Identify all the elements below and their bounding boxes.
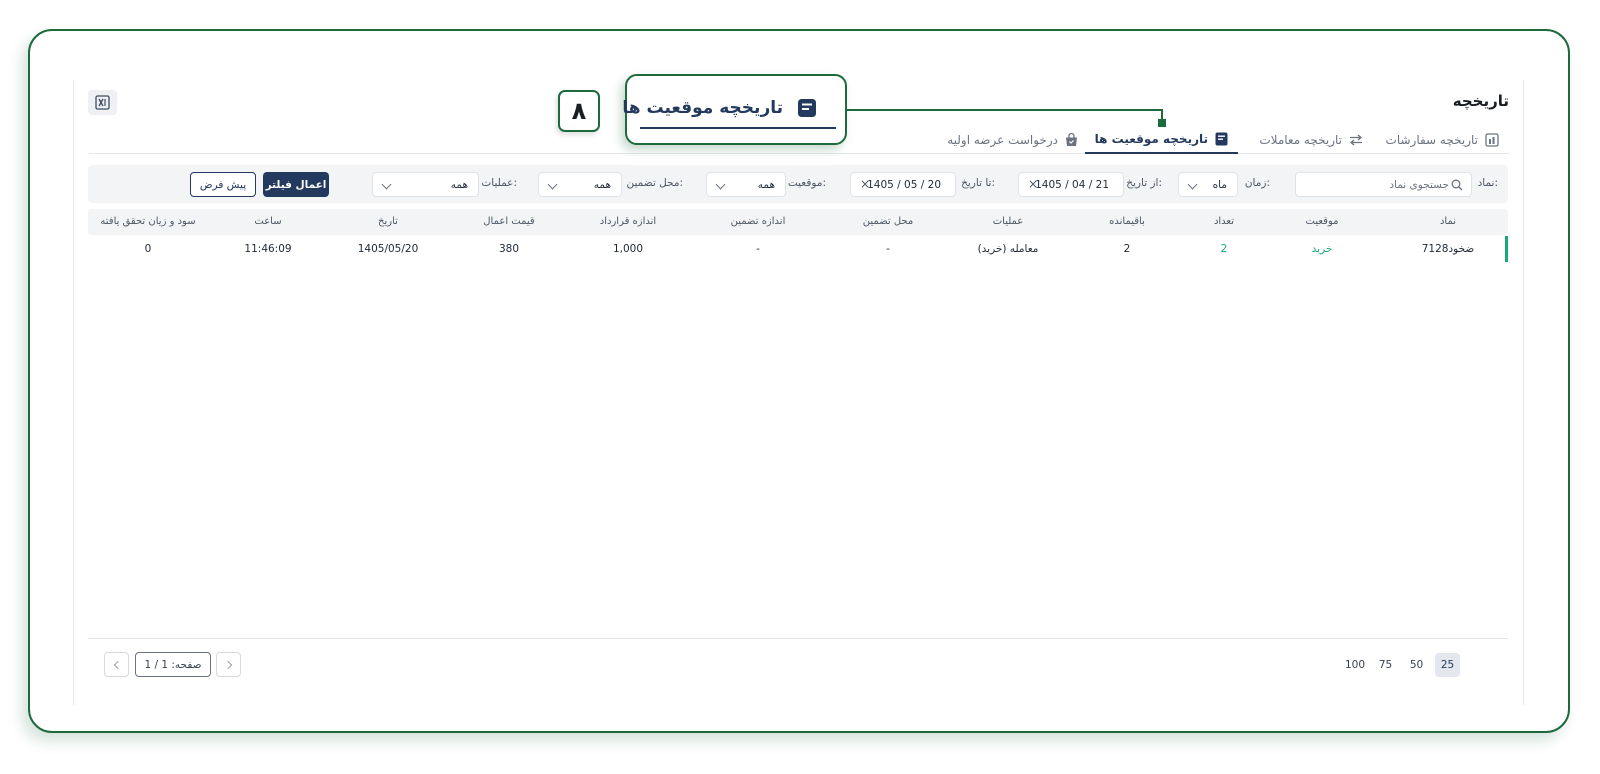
from-date-label: از تاریخ: — [1126, 177, 1162, 189]
col-position-cell: خرید — [1311, 243, 1333, 255]
to-date-label: تا تاریخ: — [961, 177, 995, 189]
col-symbol-cell: ضخود7128 — [1421, 243, 1475, 255]
col-remaining-cell: 2 — [1123, 243, 1131, 255]
col-date-cell: 1405/05/20 — [357, 243, 419, 255]
apply-filter-button[interactable]: اعمال فیلتر — [263, 172, 329, 197]
tab-callout: تاریخچه موقعیت ها — [622, 74, 847, 145]
swap-arrows-icon — [1349, 134, 1363, 146]
search-icon — [1451, 179, 1463, 191]
chevron-left-icon — [113, 660, 122, 669]
reset-default-button[interactable]: پیش فرض — [190, 172, 256, 197]
col-collateral-size-cell: - — [756, 243, 760, 255]
col-time-header: ساعت — [254, 216, 282, 227]
operation-select-value: همه — [450, 179, 468, 191]
operation-select[interactable]: همه — [372, 172, 479, 197]
time-select-value: ماه — [1212, 179, 1227, 191]
callout-label: تاریخچه موقعیت ها — [622, 98, 783, 118]
chevron-down-icon — [547, 179, 558, 190]
time-label: زمان: — [1244, 177, 1270, 189]
col-realized-pnl-header: سود و زیان تحقق یافته — [100, 216, 196, 227]
col-exercise-price-header: قیمت اعمال — [483, 216, 535, 227]
col-collateral-size-header: اندازه تضمین — [730, 216, 786, 227]
position-label: موقعیت: — [787, 177, 826, 189]
col-operation-cell: معامله (خرید) — [977, 243, 1039, 255]
history-panel: تاریخچه تاریخچه سفارشات تاریخچه معاملات — [73, 80, 1524, 705]
col-quantity-cell: 2 — [1220, 243, 1228, 255]
col-exercise-price-cell: 380 — [498, 243, 520, 255]
collateral-label: محل تضمین: — [626, 177, 684, 189]
callout-anchor-dot — [1158, 119, 1166, 127]
page-size-option[interactable]: 100 — [1340, 653, 1370, 677]
col-date-header: تاریخ — [378, 216, 398, 227]
position-select-value: همه — [757, 179, 775, 191]
symbol-label: نماد: — [1477, 177, 1498, 189]
col-time-cell: 11:46:09 — [244, 243, 292, 255]
from-date-input[interactable]: 1405 / 04 / 21 × — [1018, 172, 1124, 197]
tab-ipo-requests[interactable]: درخواست عرضه اولیه — [947, 126, 1078, 154]
collateral-select[interactable]: همه — [538, 172, 622, 197]
document-list-icon — [798, 99, 816, 117]
tab-positions-history[interactable]: تاریخچه موقعیت ها — [1084, 126, 1238, 154]
col-collateral-place-cell: - — [886, 243, 890, 255]
callout-underline — [640, 127, 836, 129]
col-remaining-header: باقیمانده — [1109, 216, 1145, 227]
tab-label: تاریخچه موقعیت ها — [1094, 132, 1208, 146]
excel-icon — [95, 95, 110, 110]
page-size-option[interactable]: 75 — [1373, 653, 1398, 677]
col-quantity-header: تعداد — [1213, 216, 1235, 227]
chevron-down-icon — [1187, 179, 1198, 190]
callout-connector — [847, 109, 1163, 111]
next-page-button[interactable] — [104, 652, 129, 677]
to-date-value: 1405 / 05 / 20 — [867, 179, 941, 191]
prev-page-button[interactable] — [216, 652, 241, 677]
clear-from-date-icon[interactable]: × — [1028, 177, 1038, 191]
chevron-down-icon — [381, 179, 392, 190]
col-operation-header: عملیات — [992, 216, 1024, 227]
table-row[interactable]: ضخود7128 خرید 2 2 معامله (خرید) - - 1,000 380 140… — [88, 236, 1508, 262]
shopping-bag-icon — [1066, 133, 1077, 146]
col-contract-size-cell: 1,000 — [612, 243, 644, 255]
collateral-select-value: همه — [593, 179, 611, 191]
time-select[interactable]: ماه — [1178, 172, 1238, 197]
chevron-down-icon — [715, 179, 726, 190]
excel-export-button[interactable] — [88, 90, 117, 115]
operation-label: عملیات: — [481, 177, 517, 189]
orders-icon — [1485, 133, 1499, 147]
position-select[interactable]: همه — [706, 172, 786, 197]
tab-label: درخواست عرضه اولیه — [947, 133, 1058, 147]
page-size-option[interactable]: 50 — [1404, 653, 1429, 677]
to-date-input[interactable]: 1405 / 05 / 20 × — [850, 172, 956, 197]
document-list-icon — [1215, 132, 1228, 146]
tab-trades-history[interactable]: تاریخچه معاملات — [1259, 126, 1363, 154]
col-collateral-place-header: محل تضمین — [862, 216, 914, 227]
col-position-header: موقعیت — [1305, 216, 1339, 227]
chevron-right-icon — [223, 660, 232, 669]
page-title: تاریخچه — [1452, 92, 1509, 110]
symbol-search-placeholder: جستجوی نماد — [1389, 179, 1449, 191]
tab-orders-history[interactable]: تاریخچه سفارشات — [1386, 126, 1499, 154]
tab-label: تاریخچه سفارشات — [1385, 133, 1478, 147]
tab-label: تاریخچه معاملات — [1259, 133, 1342, 147]
filter-bar: نماد: جستجوی نماد زمان: ماه از تاریخ: 14… — [88, 165, 1508, 203]
page-indicator: صفحه: 1 / 1 — [135, 652, 211, 677]
page-size-option[interactable]: 25 — [1435, 653, 1460, 677]
col-contract-size-header: اندازه قرارداد — [599, 216, 657, 227]
col-realized-pnl-cell: 0 — [144, 243, 152, 255]
clear-to-date-icon[interactable]: × — [860, 177, 870, 191]
step-number-badge: ۸ — [558, 90, 600, 132]
table-footer-divider — [88, 638, 1508, 639]
col-symbol-header: نماد — [1439, 216, 1457, 227]
from-date-value: 1405 / 04 / 21 — [1035, 179, 1109, 191]
symbol-search-input[interactable]: جستجوی نماد — [1295, 172, 1472, 197]
table-header: نماد موقعیت تعداد باقیمانده عملیات محل تضمین ا… — [88, 209, 1508, 235]
